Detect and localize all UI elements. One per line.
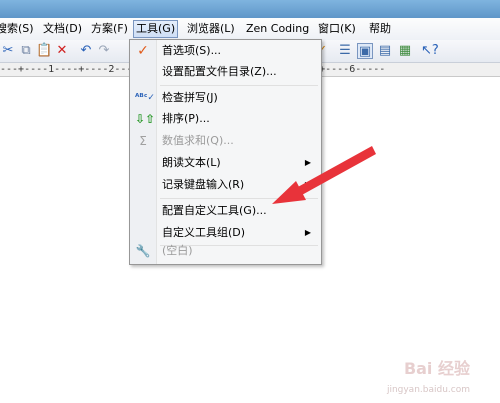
annotation-arrow bbox=[272, 146, 376, 204]
watermark-logo: Bai 经验 bbox=[403, 359, 470, 378]
watermark-url: jingyan.baidu.com bbox=[386, 385, 470, 395]
annotation-arrow-head bbox=[272, 181, 306, 204]
annotation-arrow-shaft bbox=[296, 146, 376, 196]
